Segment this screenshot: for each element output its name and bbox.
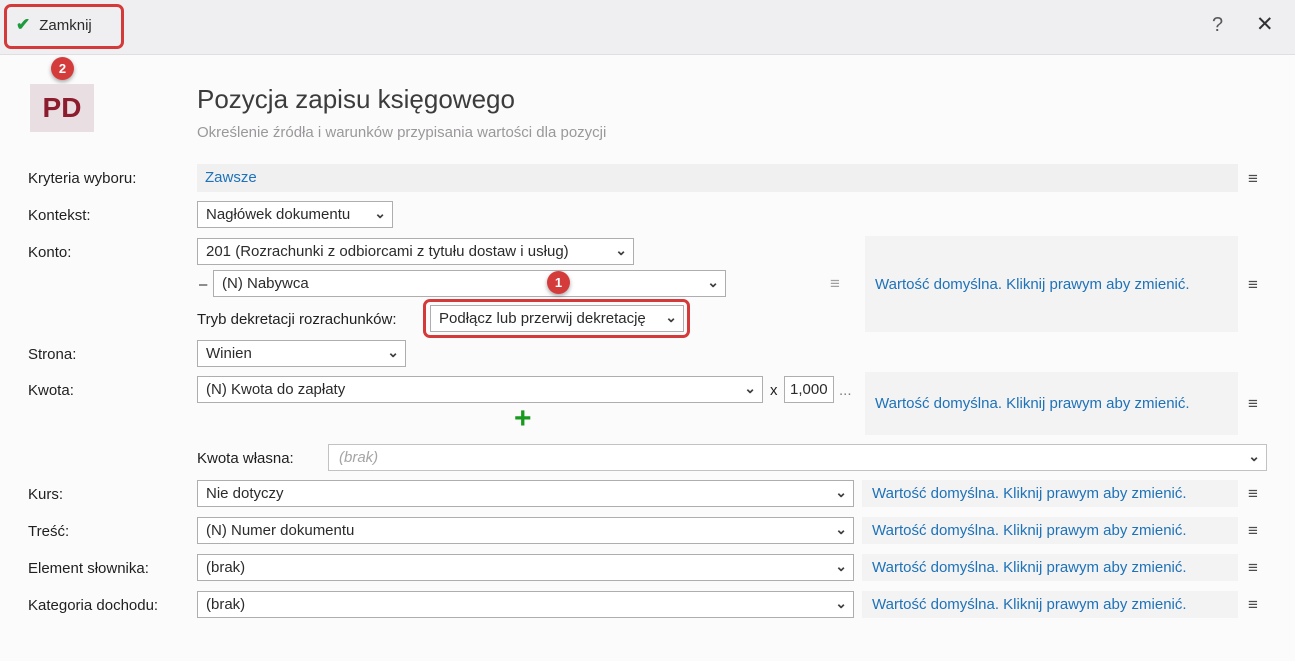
page-title: Pozycja zapisu księgowego bbox=[197, 84, 515, 115]
page-subtitle: Określenie źródła i warunków przypisania… bbox=[197, 124, 606, 141]
kontekst-value: Nagłówek dokumentu bbox=[206, 206, 350, 223]
dialog-pozycja-zapisu: ✔ Zamknij ? ✕ 2 PD Pozycja zapisu księgo… bbox=[0, 0, 1295, 661]
chevron-down-icon: ⌄ bbox=[744, 377, 756, 400]
kwota-dropdown[interactable]: (N) Kwota do zapłaty ⌄ bbox=[197, 376, 763, 403]
tresc-dropdown[interactable]: (N) Numer dokumentu ⌄ bbox=[197, 517, 854, 544]
menu-icon[interactable]: ≡ bbox=[1242, 390, 1264, 417]
zamknij-button-label: Zamknij bbox=[39, 17, 92, 34]
subkonto-value: (N) Nabywca bbox=[222, 275, 309, 292]
menu-icon[interactable]: ≡ bbox=[1242, 165, 1264, 192]
field-label-tryb-dekretacji: Tryb dekretacji rozrachunków: bbox=[197, 311, 397, 328]
menu-icon[interactable]: ≡ bbox=[824, 270, 846, 297]
chevron-down-icon: ⌄ bbox=[387, 341, 399, 364]
field-label-konto: Konto: bbox=[28, 244, 71, 261]
ellipsis-button[interactable]: ... bbox=[839, 382, 852, 399]
kryteria-wyboru-field[interactable]: Zawsze bbox=[197, 164, 1238, 192]
chevron-down-icon: ⌄ bbox=[615, 239, 627, 262]
kwota-value: (N) Kwota do zapłaty bbox=[206, 381, 345, 398]
tryb-dekretacji-dropdown[interactable]: Podłącz lub przerwij dekretację ⌄ bbox=[430, 305, 684, 332]
kurs-value: Nie dotyczy bbox=[206, 485, 284, 502]
strona-dropdown[interactable]: Winien ⌄ bbox=[197, 340, 406, 367]
field-label-kurs: Kurs: bbox=[28, 486, 63, 503]
default-value-box-konto[interactable]: Wartość domyślna. Kliknij prawym aby zmi… bbox=[865, 236, 1238, 332]
kwota-wlasna-placeholder: (brak) bbox=[339, 449, 378, 466]
tryb-dekretacji-value: Podłącz lub przerwij dekretację bbox=[439, 310, 646, 327]
field-label-strona: Strona: bbox=[28, 346, 76, 363]
close-icon[interactable]: ✕ bbox=[1256, 12, 1274, 37]
kategoria-dochodu-dropdown[interactable]: (brak) ⌄ bbox=[197, 591, 854, 618]
multiplier-input[interactable]: 1,000 bbox=[784, 376, 834, 403]
default-value-box-element[interactable]: Wartość domyślna. Kliknij prawym aby zmi… bbox=[862, 554, 1238, 581]
chevron-down-icon: ⌄ bbox=[374, 202, 386, 225]
chevron-down-icon: ⌄ bbox=[835, 592, 847, 615]
konto-dropdown[interactable]: 201 (Rozrachunki z odbiorcami z tytułu d… bbox=[197, 238, 634, 265]
multiplier-times-label: x bbox=[770, 382, 778, 399]
field-label-kontekst: Kontekst: bbox=[28, 207, 91, 224]
help-icon[interactable]: ? bbox=[1212, 14, 1223, 37]
menu-icon[interactable]: ≡ bbox=[1242, 591, 1264, 618]
dash-prefix: – bbox=[199, 276, 207, 293]
tresc-value: (N) Numer dokumentu bbox=[206, 522, 354, 539]
field-label-kategoria-dochodu: Kategoria dochodu: bbox=[28, 597, 158, 614]
annotation-badge-2: 2 bbox=[51, 57, 74, 80]
check-icon: ✔ bbox=[16, 15, 30, 35]
kwota-wlasna-input[interactable]: (brak) ⌄ bbox=[328, 444, 1267, 471]
default-value-box-tresc[interactable]: Wartość domyślna. Kliknij prawym aby zmi… bbox=[862, 517, 1238, 544]
menu-icon[interactable]: ≡ bbox=[1242, 517, 1264, 544]
app-logo: PD bbox=[30, 84, 94, 132]
element-slownika-dropdown[interactable]: (brak) ⌄ bbox=[197, 554, 854, 581]
strona-value: Winien bbox=[206, 345, 252, 362]
default-value-box-kategoria[interactable]: Wartość domyślna. Kliknij prawym aby zmi… bbox=[862, 591, 1238, 618]
chevron-down-icon: ⌄ bbox=[1248, 445, 1260, 468]
kurs-dropdown[interactable]: Nie dotyczy ⌄ bbox=[197, 480, 854, 507]
kontekst-dropdown[interactable]: Nagłówek dokumentu ⌄ bbox=[197, 201, 393, 228]
menu-icon[interactable]: ≡ bbox=[1242, 554, 1264, 581]
menu-icon[interactable]: ≡ bbox=[1242, 271, 1264, 298]
menu-icon[interactable]: ≡ bbox=[1242, 480, 1264, 507]
subkonto-dropdown[interactable]: (N) Nabywca ⌄ bbox=[213, 270, 726, 297]
chevron-down-icon: ⌄ bbox=[707, 271, 719, 294]
element-slownika-value: (brak) bbox=[206, 559, 245, 576]
kategoria-dochodu-value: (brak) bbox=[206, 596, 245, 613]
annotation-badge-1: 1 bbox=[547, 271, 570, 294]
add-amount-button[interactable]: + bbox=[514, 404, 532, 434]
field-label-kwota-wlasna: Kwota własna: bbox=[197, 450, 294, 467]
field-label-element-slownika: Element słownika: bbox=[28, 560, 149, 577]
top-toolbar: ✔ Zamknij ? ✕ bbox=[0, 0, 1295, 55]
field-label-tresc: Treść: bbox=[28, 523, 69, 540]
chevron-down-icon: ⌄ bbox=[835, 555, 847, 578]
chevron-down-icon: ⌄ bbox=[665, 306, 677, 329]
field-label-kryteria-wyboru: Kryteria wyboru: bbox=[28, 170, 136, 187]
chevron-down-icon: ⌄ bbox=[835, 518, 847, 541]
default-value-box-kurs[interactable]: Wartość domyślna. Kliknij prawym aby zmi… bbox=[862, 480, 1238, 507]
zamknij-button[interactable]: ✔ Zamknij bbox=[16, 15, 92, 35]
field-label-kwota: Kwota: bbox=[28, 382, 74, 399]
kryteria-wyboru-value[interactable]: Zawsze bbox=[205, 169, 257, 186]
konto-value: 201 (Rozrachunki z odbiorcami z tytułu d… bbox=[206, 243, 569, 260]
chevron-down-icon: ⌄ bbox=[835, 481, 847, 504]
default-value-box-kwota[interactable]: Wartość domyślna. Kliknij prawym aby zmi… bbox=[865, 372, 1238, 435]
